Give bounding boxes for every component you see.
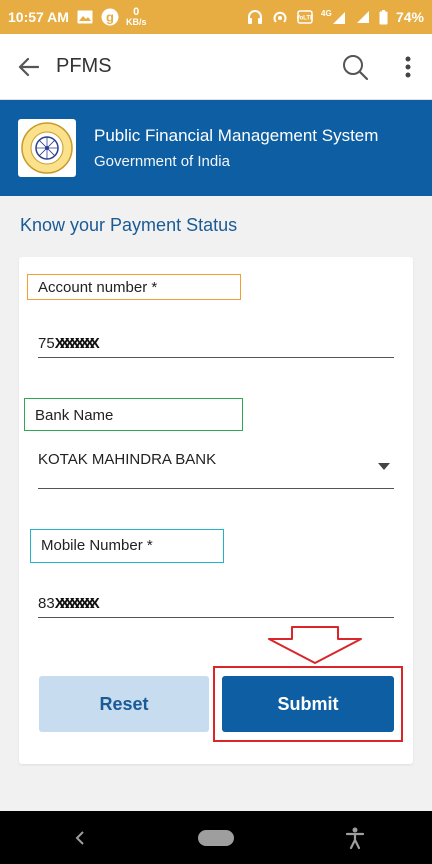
signal-icon: 4G [321,8,347,26]
data-rate: 0 KB/s [125,6,147,27]
reset-button[interactable]: Reset [39,676,209,732]
banner-title: Public Financial Management System [94,126,379,145]
svg-text:VoLTE: VoLTE [297,16,313,22]
header-banner: Public Financial Management System Gover… [0,100,432,196]
system-nav-bar [0,811,432,864]
battery-percent: 74% [395,9,424,25]
more-vertical-icon [405,56,411,77]
arrow-left-icon [18,57,39,76]
hotspot-icon [271,8,289,26]
banner-subtitle: Government of India [94,153,230,170]
network-type-label: 4G [321,9,332,18]
headphones-icon [246,8,264,26]
g-app-icon: g [101,8,119,26]
bank-name-label: Bank Name [24,398,243,431]
battery-icon [379,8,389,26]
overflow-menu-button[interactable] [384,34,432,100]
status-time: 10:57 AM [8,9,69,25]
svg-text:g: g [106,10,114,25]
volte-icon: VoLTE [296,8,314,26]
bank-name-value: KOTAK MAHINDRA BANK [38,451,217,468]
status-bar: 10:57 AM g 0 KB/s VoLTE 4G 74% [0,0,432,34]
mobile-number-field[interactable]: 83XXXXXXXX [38,591,394,618]
submit-button[interactable]: Submit [222,676,394,732]
cga-emblem-logo [18,119,76,177]
back-button[interactable] [0,34,56,100]
mobile-number-label: Mobile Number * [30,529,224,563]
gallery-icon [76,8,94,26]
mobile-number-value: 83XXXXXXXX [38,595,100,612]
app-title: PFMS [56,55,112,77]
account-number-value: 75XXXXXXXX [38,335,100,352]
down-arrow-annotation [268,626,362,664]
app-bar: PFMS [0,34,432,100]
account-number-label: Account number * [27,274,241,300]
search-icon [343,54,369,80]
account-number-field[interactable]: 75XXXXXXXX [38,333,394,358]
dropdown-arrow-icon [378,463,390,470]
section-title: Know your Payment Status [20,215,238,235]
bank-name-select[interactable]: KOTAK MAHINDRA BANK [38,451,394,489]
accessibility-icon[interactable] [346,827,364,849]
nav-home-button[interactable] [198,829,234,846]
search-button[interactable] [326,34,384,100]
nav-back-icon[interactable] [74,830,86,846]
signal-2-icon [354,8,372,26]
payment-status-form: Account number * 75XXXXXXXX Bank Name KO… [19,257,413,764]
